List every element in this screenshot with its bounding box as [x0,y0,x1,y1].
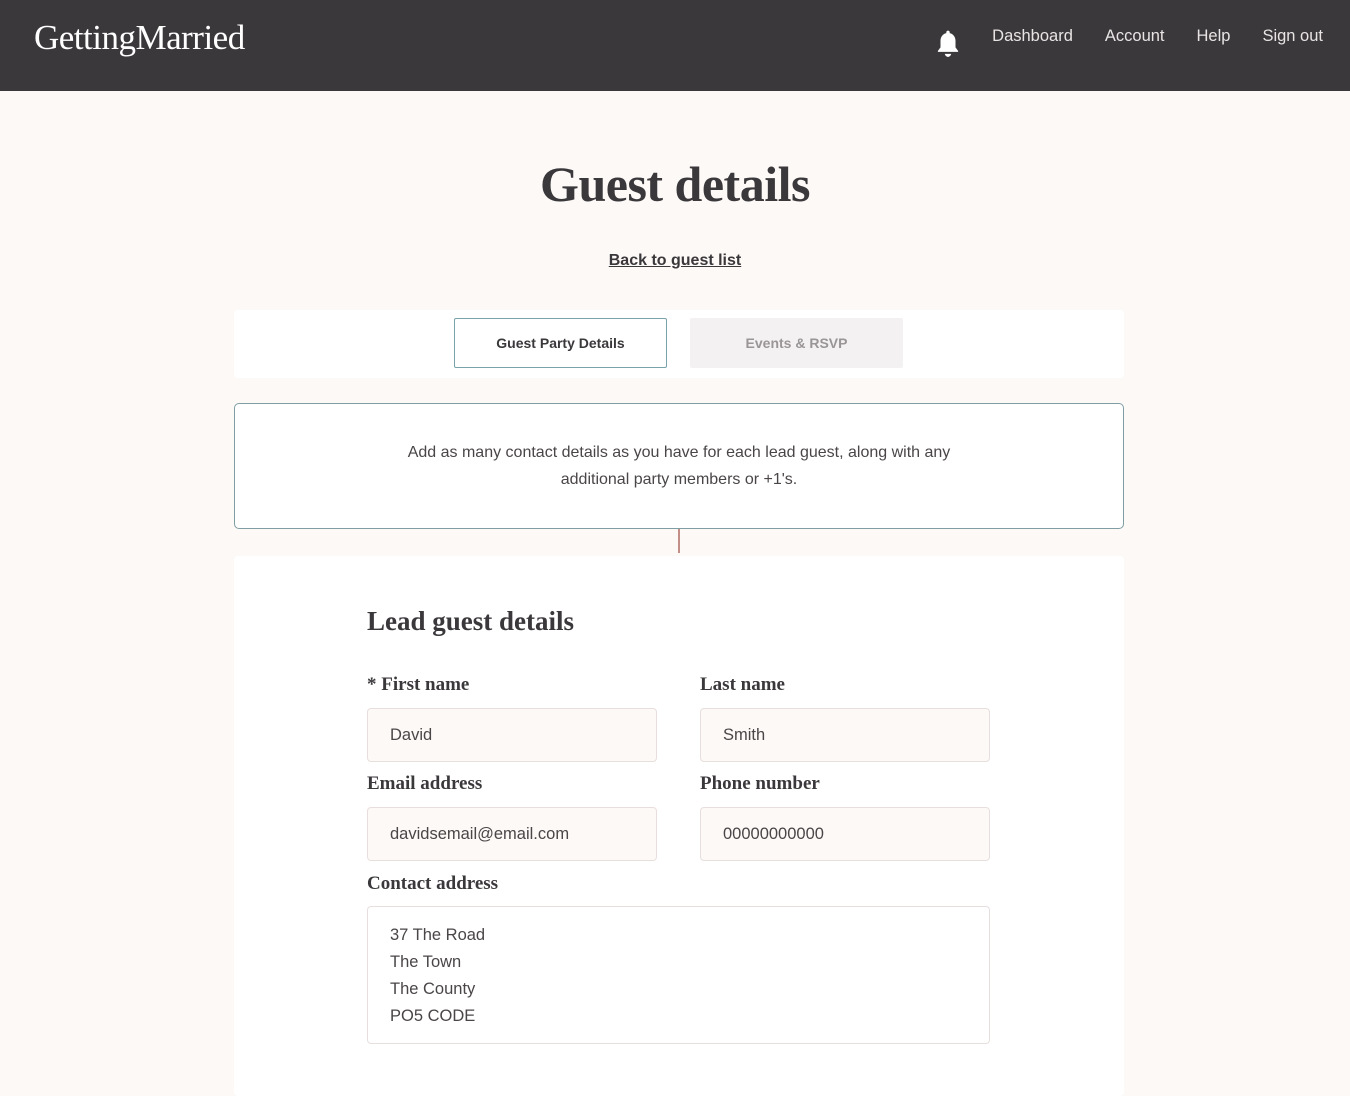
back-to-guest-list-link[interactable]: Back to guest list [609,252,741,269]
address-field[interactable]: 37 The Road The Town The County PO5 CODE [367,906,990,1044]
tabs-panel: Guest Party Details Events & RSVP [234,310,1124,378]
site-logo[interactable]: GettingMarried [34,18,245,58]
nav-help[interactable]: Help [1197,27,1231,46]
lead-guest-form: Lead guest details * First name David La… [234,556,1124,1096]
bell-icon[interactable] [935,29,961,59]
tab-guest-party-details[interactable]: Guest Party Details [454,318,667,368]
nav-sign-out[interactable]: Sign out [1262,27,1323,46]
info-box: Add as many contact details as you have … [234,403,1124,529]
info-text: Add as many contact details as you have … [407,444,951,488]
email-field[interactable]: davidsemail@email.com [367,807,657,861]
nav-dashboard[interactable]: Dashboard [992,27,1073,46]
top-navigation-bar: GettingMarried Dashboard Account Help Si… [0,0,1350,91]
address-line: The County [390,980,476,998]
first-name-field[interactable]: David [367,708,657,762]
address-line: PO5 CODE [390,1007,476,1025]
last-name-label: Last name [700,674,785,695]
nav-account[interactable]: Account [1105,27,1165,46]
phone-label: Phone number [700,773,820,794]
email-label: Email address [367,773,483,794]
main-nav: Dashboard Account Help Sign out [935,0,1323,91]
last-name-field[interactable]: Smith [700,708,990,762]
section-title: Lead guest details [367,606,575,636]
page-title: Guest details [540,156,810,212]
address-label: Contact address [367,873,499,894]
connector-line [678,529,680,553]
tab-events-rsvp[interactable]: Events & RSVP [690,318,903,368]
back-link-wrapper: Back to guest list [0,252,1350,270]
phone-field[interactable]: 00000000000 [700,807,990,861]
address-line: The Town [390,953,462,971]
first-name-label: * First name [367,674,470,695]
address-line: 37 The Road [390,926,486,944]
